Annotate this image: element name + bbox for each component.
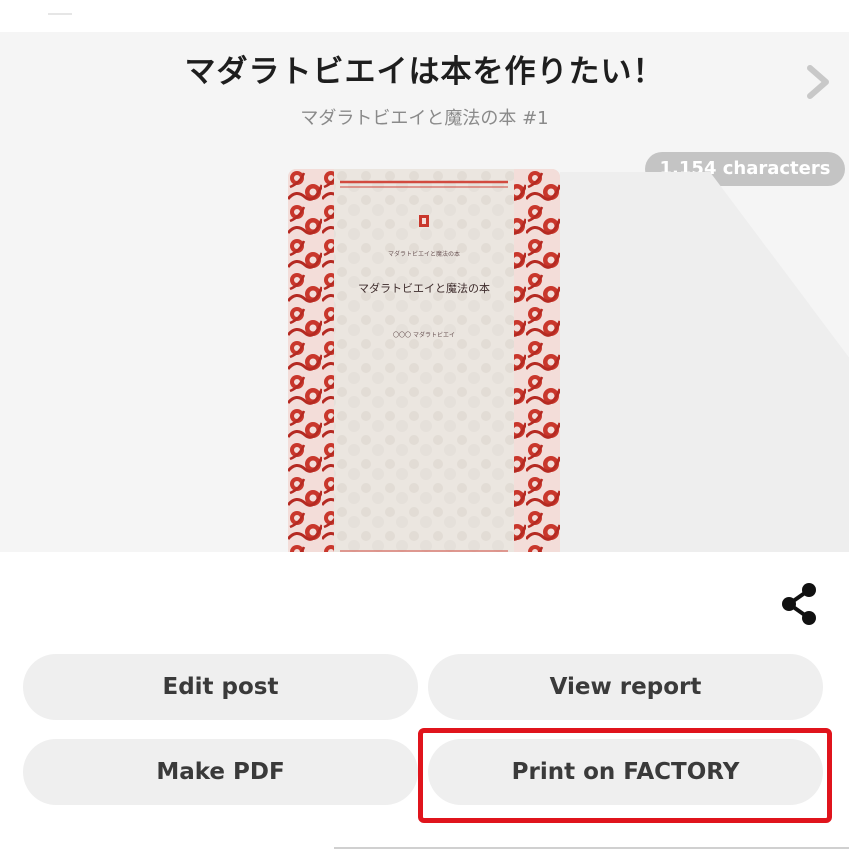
cover-title-text: マダラトビエイと魔法の本 (358, 282, 490, 295)
cover-author-text: 〇〇〇 マダラトビエイ (393, 332, 455, 339)
chevron-right-icon (807, 65, 829, 99)
share-icon (782, 583, 816, 625)
work-hero: マダラトビエイは本を作りたい！ マダラトビエイと魔法の本 #1 1,154 ch… (0, 32, 849, 552)
series-title[interactable]: マダラトビエイと魔法の本 #1 (0, 104, 849, 130)
cover-shadow (560, 172, 849, 552)
top-bar (0, 0, 849, 32)
next-work-button[interactable] (800, 62, 836, 102)
work-detail-page: マダラトビエイは本を作りたい！ マダラトビエイと魔法の本 #1 1,154 ch… (0, 0, 849, 851)
book-cover[interactable]: マダラトビエイと魔法の本 マダラトビエイと魔法の本 〇〇〇 マダラトビエイ (288, 169, 560, 552)
cover-series-text: マダラトビエイと魔法の本 (387, 251, 460, 258)
highlight-frame (418, 728, 832, 823)
top-divider (48, 13, 72, 15)
make-pdf-button[interactable]: Make PDF (23, 739, 418, 805)
cover-pattern (288, 169, 560, 552)
view-report-button[interactable]: View report (428, 654, 823, 720)
share-button[interactable] (778, 580, 822, 628)
work-title: マダラトビエイは本を作りたい！ (184, 54, 665, 90)
bottom-divider (334, 847, 849, 849)
edit-post-button[interactable]: Edit post (23, 654, 418, 720)
